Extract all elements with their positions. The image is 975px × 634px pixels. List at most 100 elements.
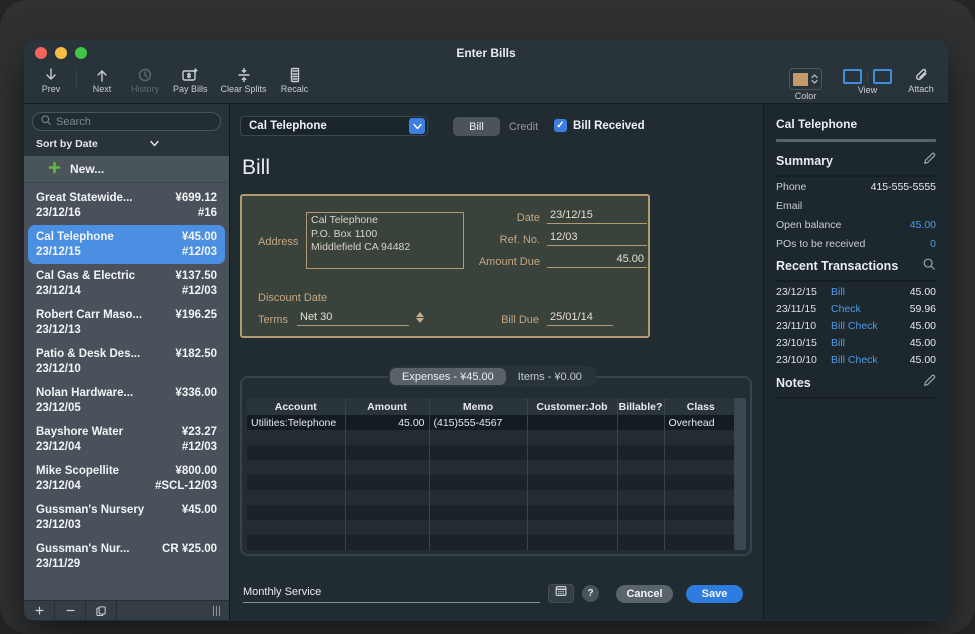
vendor-combobox[interactable]: Cal Telephone [240, 116, 428, 136]
chevron-down-icon [98, 138, 159, 150]
duplicate-button[interactable] [86, 601, 117, 620]
edit-pencil-icon[interactable] [922, 152, 936, 169]
view-control[interactable]: View [843, 67, 892, 101]
minimize-button[interactable] [55, 47, 67, 59]
table-row-empty[interactable] [247, 460, 737, 475]
terms-stepper[interactable] [416, 312, 424, 323]
bill-editor: Cal Telephone Bill Credit Bill Received … [230, 104, 763, 620]
view-list-icon [843, 69, 862, 84]
bill-received-checkbox[interactable]: Bill Received [554, 119, 645, 132]
table-scrollbar[interactable] [734, 398, 746, 550]
sort-control[interactable]: Sort by Date [36, 138, 217, 150]
toolbar: Prev Next History Pay Bills Clear Splits… [24, 66, 948, 104]
enter-bills-window: Enter Bills Prev Next History Pay Bills … [24, 40, 948, 621]
remove-button[interactable] [55, 601, 86, 620]
traffic-lights [35, 47, 87, 59]
list-item[interactable]: Robert Carr Maso...¥196.25 23/12/13 [24, 303, 229, 342]
list-item[interactable]: Bayshore Water¥23.27 23/12/04#12/03 [24, 420, 229, 459]
cancel-button[interactable]: Cancel [616, 585, 673, 603]
transaction-link[interactable]: Bill Check [831, 354, 910, 366]
table-row-empty[interactable] [247, 490, 737, 505]
transaction-row: 23/10/15 Bill 45.00 [776, 337, 936, 349]
table-row[interactable]: Utilities:Telephone 45.00 (415)555-4567 … [247, 415, 737, 430]
tab-expenses[interactable]: Expenses - ¥45.00 [390, 368, 506, 385]
calendar-button[interactable] [548, 584, 574, 603]
discount-date-label: Discount Date [258, 292, 327, 304]
list-item-selected[interactable]: Cal Telephone¥45.00 23/12/15#12/03 [28, 225, 225, 264]
search-box[interactable] [32, 112, 221, 131]
tab-items[interactable]: Items - ¥0.00 [506, 368, 594, 385]
table-row-empty[interactable] [247, 520, 737, 535]
table-row-empty[interactable] [247, 535, 737, 550]
list-item[interactable]: Mike Scopellite¥800.00 23/12/04#SCL-12/0… [24, 459, 229, 498]
color-control[interactable]: Color [789, 67, 822, 101]
new-bill-button[interactable]: New... [24, 156, 229, 183]
terms-field[interactable]: Net 30 [297, 311, 409, 326]
tab-bill[interactable]: Bill [453, 117, 500, 136]
line-items-table[interactable]: Account Amount Memo Customer:Job Billabl… [247, 398, 737, 550]
pos-link[interactable]: 0 [930, 238, 936, 250]
bill-due-label: Bill Due [472, 314, 539, 326]
prev-button[interactable]: Prev [36, 67, 66, 94]
amount-due-field[interactable]: 45.00 [547, 253, 647, 268]
transaction-link[interactable]: Bill [831, 337, 910, 349]
close-button[interactable] [35, 47, 47, 59]
search-icon [40, 113, 52, 131]
clear-splits-button[interactable]: Clear Splits [221, 67, 267, 94]
open-balance-link[interactable]: 45.00 [910, 219, 936, 231]
tab-credit[interactable]: Credit [500, 117, 547, 136]
list-item[interactable]: Gussman's Nursery¥45.00 23/12/03 [24, 498, 229, 537]
summary-field: Open balance 45.00 [776, 219, 936, 231]
save-button[interactable]: Save [686, 585, 743, 603]
sidebar-header: Sort by Date [24, 104, 229, 156]
clear-splits-icon [236, 67, 252, 83]
transaction-link[interactable]: Bill Check [831, 320, 910, 332]
sidebar: Sort by Date New... Great Statewide...¥6… [24, 104, 230, 620]
window-title: Enter Bills [24, 46, 948, 60]
line-items-panel: Account Amount Memo Customer:Job Billabl… [240, 376, 752, 556]
memo-field[interactable]: Monthly Service [243, 586, 540, 603]
amount-due-label: Amount Due [432, 256, 540, 268]
list-item[interactable]: Nolan Hardware...¥336.00 23/12/05 [24, 381, 229, 420]
bill-list: Great Statewide...¥699.12 23/12/16#16 Ca… [24, 183, 229, 600]
vendor-info-panel: Cal Telephone Summary Phone 415-555-5555… [763, 104, 948, 620]
table-row-empty[interactable] [247, 505, 737, 520]
attach-button[interactable]: Attach [906, 67, 936, 101]
transaction-link[interactable]: Check [831, 303, 910, 315]
help-button[interactable] [582, 585, 599, 602]
list-item[interactable]: Great Statewide...¥699.12 23/12/16#16 [24, 186, 229, 225]
date-label: Date [432, 212, 540, 224]
table-row-empty[interactable] [247, 475, 737, 490]
transaction-row: 23/11/10 Bill Check 45.00 [776, 320, 936, 332]
table-row-empty[interactable] [247, 445, 737, 460]
terms-label: Terms [258, 314, 288, 326]
pay-bills-button[interactable]: Pay Bills [173, 67, 208, 94]
add-button[interactable] [24, 601, 55, 620]
recalc-button[interactable]: Recalc [280, 67, 310, 94]
list-item[interactable]: Cal Gas & Electric¥137.50 23/12/14#12/03 [24, 264, 229, 303]
bill-due-field[interactable]: 25/01/14 [547, 311, 613, 326]
list-item[interactable]: Gussman's Nur...CR ¥25.00 23/11/29 [24, 537, 229, 576]
history-button[interactable]: History [130, 67, 160, 94]
panel-vendor-name: Cal Telephone [776, 117, 936, 131]
search-icon[interactable] [922, 257, 936, 274]
search-input[interactable] [56, 116, 213, 128]
date-field[interactable]: 23/12/15 [547, 209, 647, 224]
resize-handle[interactable] [203, 601, 229, 620]
next-button[interactable]: Next [87, 67, 117, 94]
zoom-button[interactable] [75, 47, 87, 59]
transaction-row: 23/11/15 Check 59.96 [776, 303, 936, 315]
edit-pencil-icon[interactable] [922, 374, 936, 391]
pay-bills-icon [181, 67, 199, 83]
summary-field: Phone 415-555-5555 [776, 181, 936, 193]
transaction-link[interactable]: Bill [831, 286, 910, 298]
calculator-icon [287, 67, 303, 83]
titlebar: Enter Bills [24, 40, 948, 66]
combo-dropdown-button[interactable] [409, 118, 425, 134]
table-row-empty[interactable] [247, 430, 737, 445]
arrow-up-icon [94, 67, 110, 83]
list-item[interactable]: Patio & Desk Des...¥182.50 23/12/10 [24, 342, 229, 381]
sidebar-footer [24, 600, 229, 620]
expense-item-tabs: Expenses - ¥45.00 Items - ¥0.00 [388, 366, 596, 387]
ref-no-field[interactable]: 12/03 [547, 231, 647, 246]
